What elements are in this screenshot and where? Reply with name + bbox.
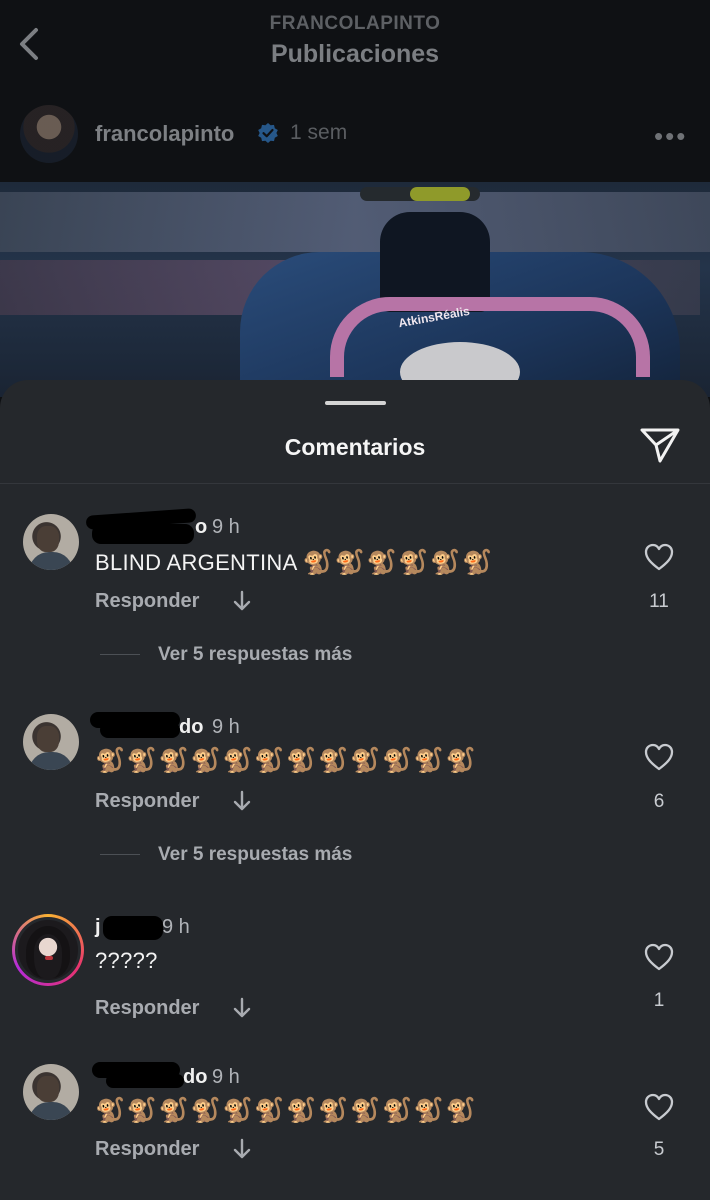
paper-plane-icon[interactable] — [639, 426, 681, 464]
reply-button[interactable]: Responder — [95, 1138, 199, 1161]
replies-line — [100, 854, 140, 856]
comment-time: 9 h — [212, 516, 240, 538]
post-header: francolapinto 1 sem ••• — [0, 95, 710, 182]
comment-avatar[interactable] — [23, 714, 79, 770]
monkey-emoji: 🐒🐒🐒🐒🐒🐒🐒🐒🐒🐒🐒🐒 — [95, 747, 478, 774]
username-visible-part: o — [195, 516, 208, 538]
top-nav-bar: FRANCOLAPINTO Publicaciones — [0, 0, 710, 95]
avatar-hair — [26, 926, 70, 978]
arrow-down-icon[interactable] — [232, 1138, 252, 1160]
comment-avatar-story[interactable] — [12, 914, 84, 986]
monkey-emoji: 🐒🐒🐒🐒🐒🐒 — [302, 549, 495, 576]
redaction-mark — [103, 916, 163, 940]
arrow-down-icon[interactable] — [232, 790, 252, 812]
comment-avatar[interactable] — [23, 514, 79, 570]
arrow-down-icon[interactable] — [232, 590, 252, 612]
like-count: 1 — [653, 990, 665, 1011]
replies-line — [100, 654, 140, 656]
post-time: 1 sem — [290, 121, 348, 144]
avatar-face — [37, 1076, 59, 1102]
heart-icon[interactable] — [643, 742, 675, 772]
avatar-face — [37, 526, 59, 552]
like-count: 11 — [649, 591, 669, 612]
photo-banner — [0, 192, 710, 252]
comment-text-words: BLIND ARGENTINA — [95, 550, 297, 575]
username-visible-part: do — [183, 1066, 208, 1088]
avatar-shirt — [29, 752, 73, 770]
comment-text: ????? — [95, 948, 158, 973]
view-more-replies-label: Ver 5 respuestas más — [158, 644, 353, 665]
comment-text: 🐒🐒🐒🐒🐒🐒🐒🐒🐒🐒🐒🐒 — [95, 746, 478, 775]
comment-username[interactable]: j — [95, 916, 101, 939]
avatar-face — [37, 726, 59, 752]
like-count: 6 — [653, 791, 665, 812]
photo-camera-tip — [410, 187, 470, 201]
more-horizontal-icon[interactable]: ••• — [654, 123, 687, 149]
redaction-mark — [106, 1074, 184, 1088]
comment-text: BLIND ARGENTINA 🐒🐒🐒🐒🐒🐒 — [95, 548, 494, 577]
post-avatar[interactable] — [20, 105, 78, 163]
account-name-caps: FRANCOLAPINTO — [269, 13, 441, 34]
post-username[interactable]: francolapinto — [95, 121, 234, 147]
reply-button[interactable]: Responder — [95, 590, 199, 613]
sheet-title: Comentarios — [284, 434, 426, 460]
comment-avatar[interactable] — [23, 1064, 79, 1120]
sheet-drag-handle[interactable] — [325, 401, 386, 405]
verified-badge-icon — [258, 123, 278, 143]
monkey-emoji: 🐒🐒🐒🐒🐒🐒🐒🐒🐒🐒🐒🐒 — [95, 1097, 478, 1124]
heart-icon[interactable] — [643, 942, 675, 972]
like-count: 5 — [653, 1139, 665, 1160]
heart-icon[interactable] — [643, 542, 675, 572]
avatar-photo — [15, 917, 81, 983]
comment-time: 9 h — [212, 1066, 240, 1088]
arrow-down-icon[interactable] — [232, 997, 252, 1019]
post-photo[interactable]: AtkinsRéalis — [0, 182, 710, 397]
view-more-replies[interactable]: Ver 5 respuestas más — [100, 844, 352, 866]
heart-icon[interactable] — [643, 1092, 675, 1122]
comment-text: 🐒🐒🐒🐒🐒🐒🐒🐒🐒🐒🐒🐒 — [95, 1096, 478, 1125]
avatar-lips — [45, 956, 53, 960]
avatar-shirt — [29, 1102, 73, 1120]
username-visible-part: do — [179, 716, 204, 738]
username-visible-part: j — [95, 916, 101, 938]
avatar-shirt — [29, 552, 73, 570]
view-more-replies-label: Ver 5 respuestas más — [158, 844, 353, 865]
page-title: Publicaciones — [270, 40, 440, 68]
reply-button[interactable]: Responder — [95, 790, 199, 813]
comment-time: 9 h — [212, 716, 240, 738]
redaction-mark — [100, 722, 180, 738]
redaction-mark — [92, 524, 194, 544]
comment-time: 9 h — [162, 916, 190, 938]
sheet-divider — [0, 483, 710, 484]
view-more-replies[interactable]: Ver 5 respuestas más — [100, 644, 352, 666]
reply-button[interactable]: Responder — [95, 997, 199, 1020]
